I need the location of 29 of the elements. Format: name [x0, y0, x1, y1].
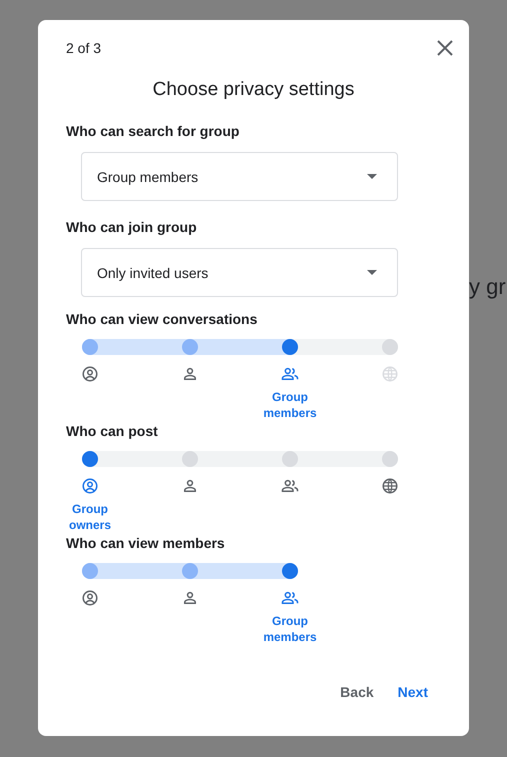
slider-track[interactable]	[82, 339, 398, 355]
stop-caption: Group members	[262, 613, 318, 645]
stop-caption: Group members	[262, 389, 318, 421]
next-button[interactable]: Next	[398, 680, 428, 704]
slider-label: Who can view conversations	[66, 311, 258, 327]
dialog-title: Choose privacy settings	[152, 78, 356, 102]
slider-stop[interactable]	[82, 451, 98, 467]
slider-stop[interactable]	[282, 451, 298, 467]
field-label: Who can join group	[66, 219, 198, 235]
slider-label: Who can post	[66, 423, 159, 439]
slider-stop[interactable]	[82, 339, 98, 355]
slider-stop[interactable]	[182, 451, 198, 467]
dropdown[interactable]: Only invited users	[81, 248, 398, 297]
background-text: y gr	[469, 274, 506, 300]
slider-stop[interactable]	[282, 339, 298, 355]
slider-stop[interactable]	[282, 563, 298, 579]
slider-stop[interactable]	[382, 451, 398, 467]
step-counter: 2 of 3	[66, 40, 102, 56]
slider-track[interactable]	[82, 563, 298, 579]
dropdown[interactable]: Group members	[81, 152, 398, 201]
field-label: Who can search for group	[66, 123, 240, 139]
stop-caption: Group owners	[68, 501, 112, 533]
slider-label: Who can view members	[66, 535, 226, 551]
caret-icon	[367, 270, 377, 275]
back-button[interactable]: Back	[340, 680, 374, 704]
slider-stop[interactable]	[82, 563, 98, 579]
slider-track[interactable]	[82, 451, 398, 467]
caret-icon	[367, 174, 377, 179]
close-icon[interactable]	[435, 38, 455, 58]
